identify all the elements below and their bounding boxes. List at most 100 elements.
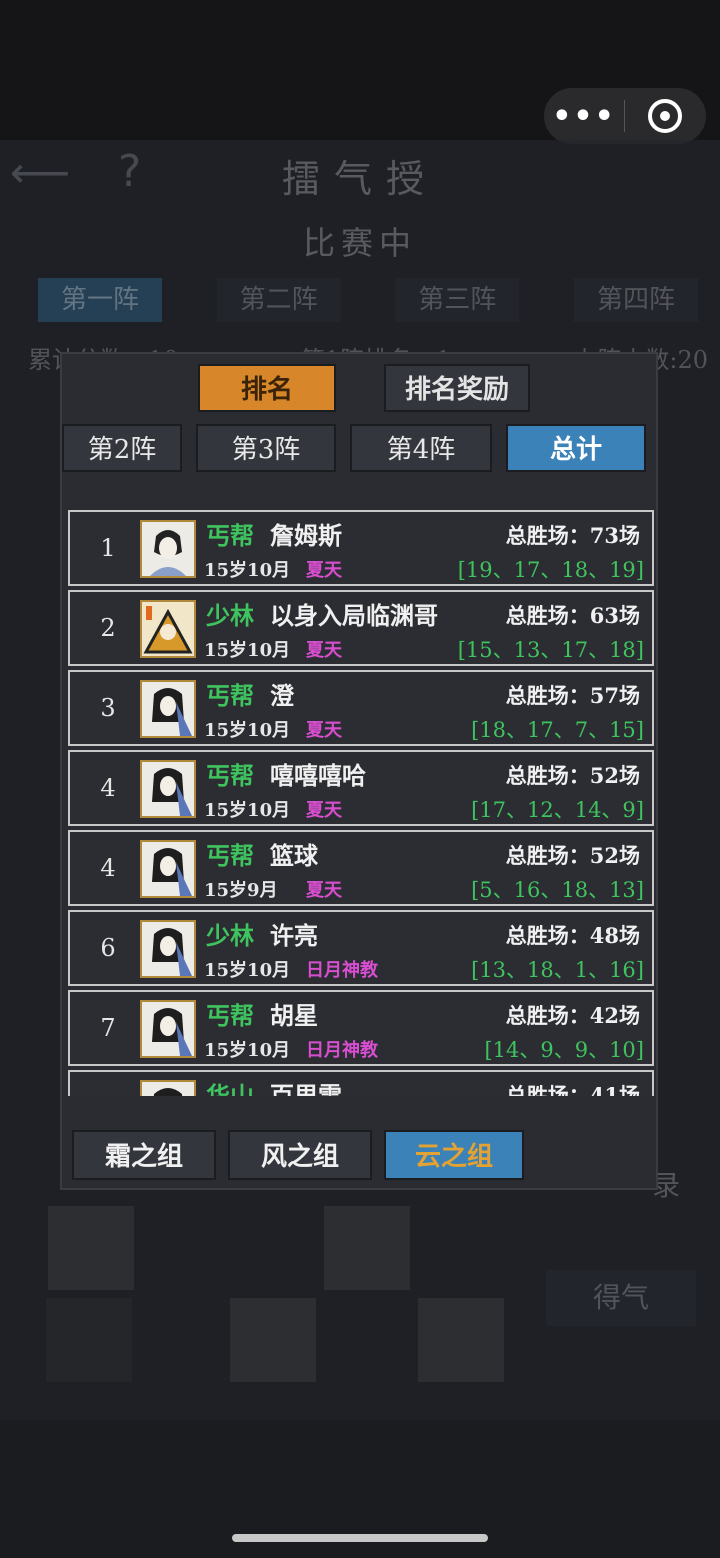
wins-breakdown: [14、9、9、10] [484,1038,644,1062]
rank-number: 1 [100,534,116,562]
total-wins: 总胜场：42场 [505,1003,640,1028]
hero-slot [230,1298,316,1382]
player-name: 以身入局临渊哥 [270,601,438,630]
filter-total[interactable]: 总计 [506,424,646,472]
wins-breakdown: [5、16、18、13] [471,878,644,902]
sect-name: 丐帮 [206,681,254,710]
total-wins: 总胜场：57场 [505,683,640,708]
avatar [140,600,196,658]
player-age: 15岁10月 [204,1040,291,1061]
filter-formation-2[interactable]: 第2阵 [62,424,182,472]
player-group: 夏天 [306,720,342,741]
wins-breakdown: [19、17、18、19] [457,558,644,582]
rank-number: 7 [100,1014,116,1042]
avatar [140,920,196,978]
player-name: 篮球 [270,841,318,870]
player-group: 日月神教 [306,1040,378,1061]
group-cloud-button[interactable]: 云之组 [384,1130,524,1180]
sect-name: 少林 [206,921,254,950]
tab-ranking-reward[interactable]: 排名奖励 [384,364,530,412]
player-name: 百里雪 [270,1081,342,1096]
target-icon [648,99,682,133]
sect-name: 丐帮 [206,521,254,550]
ranking-modal: 排名 排名奖励 第2阵 第3阵 第4阵 总计 1 丐帮 詹姆斯 15岁10月 夏… [60,352,658,1190]
player-age: 15岁10月 [204,560,291,581]
sect-name: 华山 [206,1081,254,1096]
sect-name: 少林 [206,601,254,630]
player-group: 夏天 [306,880,342,901]
player-age: 15岁10月 [204,960,291,981]
ranking-row: 2 少林 以身入局临渊哥 15岁10月 夏天 总胜场：63场 [15、13、17… [68,590,654,666]
total-wins: 总胜场：73场 [505,523,640,548]
ranking-row: 7 丐帮 胡星 15岁10月 日月神教 总胜场：42场 [14、9、9、10] [68,990,654,1066]
group-tabs: 霜之组 风之组 云之组 [72,1130,652,1182]
wins-breakdown: [17、12、14、9] [471,798,644,822]
formation-tabs: 第一阵 第二阵 第三阵 第四阵 [38,278,698,322]
rank-number [70,1072,146,1096]
rank-number: 6 [100,934,116,962]
hero-slot [48,1206,134,1290]
hero-grid [46,1202,506,1382]
total-wins: 总胜场：63场 [505,603,640,628]
player-name: 詹姆斯 [270,521,342,550]
avatar [140,520,196,578]
rank-number: 4 [100,774,116,802]
wins-breakdown: [15、13、17、18] [457,638,644,662]
total-wins: 总胜场：41场 [505,1083,640,1096]
player-group: 夏天 [306,560,342,581]
tab-formation-1: 第一阵 [38,278,162,322]
rank-number: 3 [100,694,116,722]
player-age: 15岁9月 [204,880,278,901]
sect-name: 丐帮 [206,1001,254,1030]
sect-name: 丐帮 [206,761,254,790]
sect-name: 丐帮 [206,841,254,870]
ranking-row: 华山 百里雪 总胜场：41场 [68,1070,654,1096]
player-name: 澄 [270,681,294,710]
player-name: 胡星 [270,1001,318,1030]
ranking-row: 1 丐帮 詹姆斯 15岁10月 夏天 总胜场：73场 [19、17、18、19] [68,510,654,586]
player-group: 夏天 [306,800,342,821]
player-age: 15岁10月 [204,800,291,821]
ranking-row: 4 丐帮 嘻嘻嘻哈 15岁10月 夏天 总胜场：52场 [17、12、14、9] [68,750,654,826]
wins-breakdown: [18、17、7、15] [471,718,644,742]
total-wins: 总胜场：52场 [505,763,640,788]
hero-slot [324,1206,410,1290]
home-indicator [232,1534,488,1542]
group-wind-button[interactable]: 风之组 [228,1130,372,1180]
tab-formation-3: 第三阵 [395,278,520,322]
player-group: 夏天 [306,640,342,661]
rank-number: 4 [100,854,116,882]
player-name: 许亮 [270,921,318,950]
match-status: 比赛中 [302,224,417,262]
avatar [140,680,196,738]
mini-program-capsule: ••• [544,88,706,144]
avatar [140,840,196,898]
filter-formation-3[interactable]: 第3阵 [196,424,336,472]
ranking-row: 4 丐帮 篮球 15岁9月 夏天 总胜场：52场 [5、16、18、13] [68,830,654,906]
group-frost-button[interactable]: 霜之组 [72,1130,216,1180]
ranking-row: 6 少林 许亮 15岁10月 日月神教 总胜场：48场 [13、18、1、16] [68,910,654,986]
total-wins: 总胜场：52场 [505,843,640,868]
avatar [140,760,196,818]
hero-slot [418,1298,504,1382]
filter-formation-4[interactable]: 第4阵 [350,424,492,472]
player-age: 15岁10月 [204,640,291,661]
avatar [140,1080,196,1096]
avatar [140,1000,196,1058]
tab-formation-2: 第二阵 [216,278,341,322]
gain-qi-button: 得气 [546,1270,696,1326]
ranking-list[interactable]: 1 丐帮 詹姆斯 15岁10月 夏天 总胜场：73场 [19、17、18、19]… [68,506,656,1096]
player-age: 15岁10月 [204,720,291,741]
more-icon[interactable]: ••• [544,99,624,134]
rank-number: 2 [100,614,116,642]
hero-slot [46,1298,132,1382]
total-wins: 总胜场：48场 [505,923,640,948]
player-group: 日月神教 [306,960,378,981]
tab-formation-4: 第四阵 [573,278,698,322]
tab-ranking[interactable]: 排名 [198,364,336,412]
wins-breakdown: [13、18、1、16] [471,958,644,982]
close-miniprogram-button[interactable] [625,99,705,133]
page-title: 擂气授 [281,157,438,201]
ranking-row: 3 丐帮 澄 15岁10月 夏天 总胜场：57场 [18、17、7、15] [68,670,654,746]
player-name: 嘻嘻嘻哈 [270,761,366,790]
